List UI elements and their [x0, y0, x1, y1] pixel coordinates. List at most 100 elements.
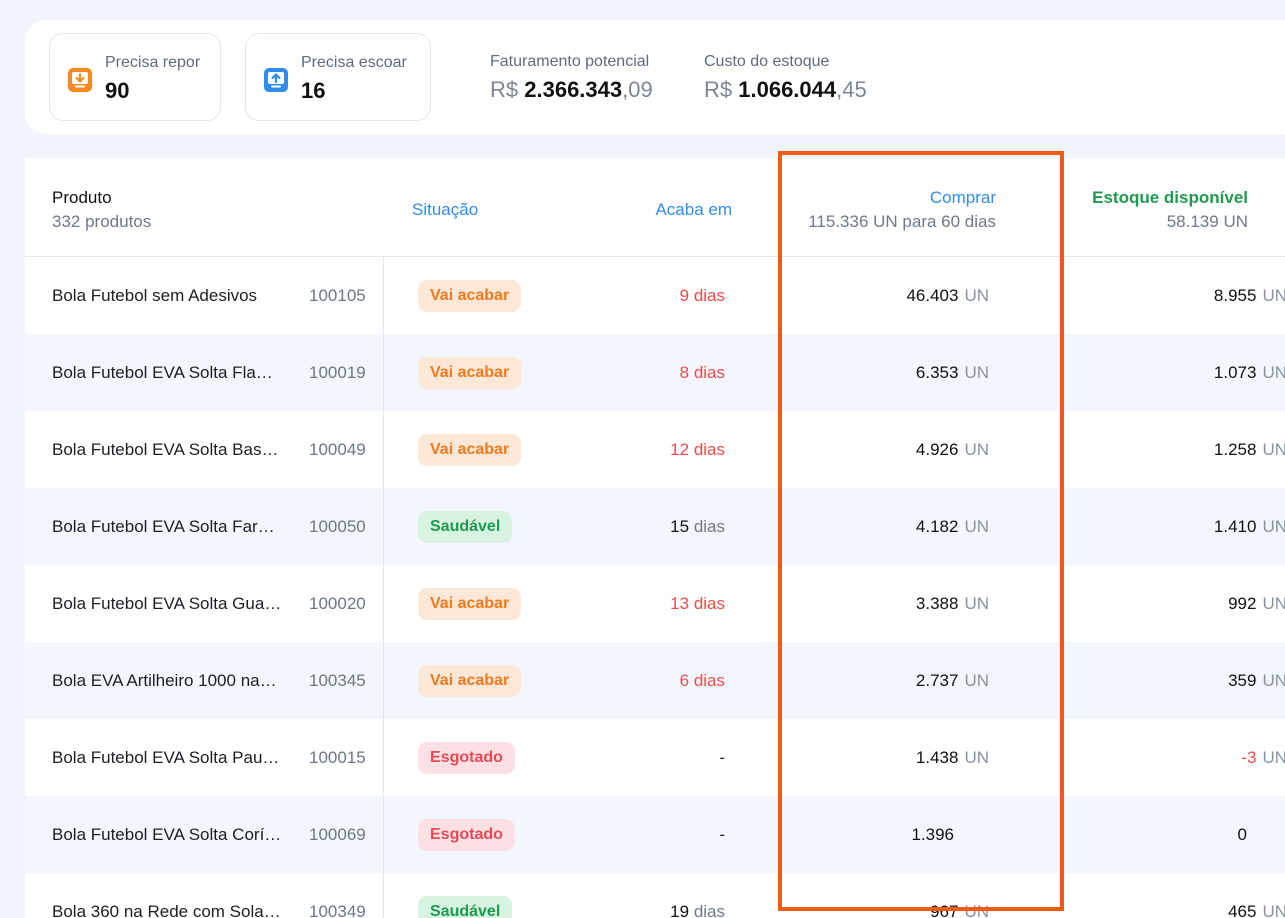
- status-badge: Saudável: [418, 511, 513, 543]
- product-sku: 100050: [309, 517, 366, 536]
- stock-quantity: 8.955 UN: [1214, 257, 1285, 334]
- status-badge: Esgotado: [418, 742, 515, 774]
- stock-column-subtitle: 58.139 UN: [1166, 212, 1248, 231]
- ends-in-value: 9 dias: [680, 257, 725, 334]
- stock-value: 465: [1228, 902, 1257, 918]
- ends-in-value: 15 dias: [670, 488, 725, 565]
- product-name[interactable]: Bola EVA Artilheiro 1000 na…: [52, 642, 287, 719]
- stock-value: 1.073: [1213, 363, 1257, 382]
- stock-quantity: 1.073 UN: [1214, 334, 1285, 411]
- ends-in-value: 6 dias: [680, 642, 725, 719]
- stock-unit: UN: [1262, 517, 1285, 536]
- buy-value: 3.388: [915, 594, 959, 613]
- table-row[interactable]: Bola Futebol EVA Solta Bas… 100049 Vai aca…: [25, 411, 1285, 488]
- stock-quantity: 359 UN: [1228, 642, 1285, 719]
- product-sku: 100020: [309, 594, 366, 613]
- product-name[interactable]: Bola Futebol EVA Solta Corí…: [52, 796, 287, 873]
- buy-value: 4.926: [915, 440, 959, 459]
- ends-in-value: -: [719, 796, 725, 873]
- buy-quantity: 1.396: [911, 796, 960, 873]
- table-row[interactable]: Bola Futebol EVA Solta Fla… 100019 Vai aca…: [25, 334, 1285, 411]
- buy-column-header[interactable]: Comprar: [930, 188, 996, 208]
- stock-unit: UN: [1262, 748, 1285, 767]
- product-sku: 100019: [309, 363, 366, 382]
- product-sku: 100049: [309, 440, 366, 459]
- product-sku: 100015: [309, 748, 366, 767]
- product-sku: 100345: [309, 671, 366, 690]
- product-sku: 100069: [309, 825, 366, 844]
- stock-quantity: 465 UN: [1228, 873, 1285, 918]
- stock-value: 359: [1228, 671, 1257, 690]
- buy-quantity: 46.403 UN: [906, 257, 989, 334]
- buy-value: 4.182: [915, 517, 959, 536]
- stock-column-header[interactable]: Estoque disponível: [1092, 188, 1248, 208]
- stock-value: 0: [1237, 825, 1247, 844]
- need-restock-label: Precisa repor: [105, 54, 201, 71]
- revenue-label: Faturamento potencial: [490, 53, 650, 70]
- stock-value: 1.410: [1213, 517, 1257, 536]
- table-row[interactable]: Bola Futebol EVA Solta Gua… 100020 Vai aca…: [25, 565, 1285, 642]
- buy-unit: UN: [964, 517, 989, 536]
- table-row[interactable]: Bola EVA Artilheiro 1000 na… 100345 Vai ac…: [25, 642, 1285, 719]
- need-sell-label: Precisa escoar: [301, 54, 407, 71]
- need-sell-card[interactable]: Precisa escoar 16: [245, 33, 431, 121]
- ends-in-number: -: [719, 748, 725, 767]
- buy-quantity: 4.926 UN: [916, 411, 989, 488]
- arrow-down-box-icon: [68, 68, 92, 92]
- stock-value: 1.258: [1213, 440, 1257, 459]
- buy-quantity: 6.353 UN: [916, 334, 989, 411]
- product-name[interactable]: Bola Futebol EVA Solta Pau…: [52, 719, 287, 796]
- ends-in-value: 12 dias: [670, 411, 725, 488]
- stock-cost-label: Custo do estoque: [704, 53, 830, 70]
- product-name[interactable]: Bola Futebol EVA Solta Far…: [52, 488, 287, 565]
- need-sell-value: 16: [301, 78, 326, 103]
- buy-value: 1.396: [911, 825, 954, 844]
- status-badge: Vai acabar: [418, 280, 522, 312]
- table-row[interactable]: Bola Futebol EVA Solta Pau… 100015 Esgotad…: [25, 719, 1285, 796]
- revenue-amount: R$ 2.366.343,09: [490, 77, 653, 103]
- buy-quantity: 967 UN: [930, 873, 989, 918]
- ends-in-column-header[interactable]: Acaba em: [655, 200, 732, 220]
- product-name[interactable]: Bola 360 na Rede com Sola…: [52, 873, 287, 918]
- table-row[interactable]: Bola 360 na Rede com Sola… 100349 Saudável…: [25, 873, 1285, 918]
- buy-quantity: 2.737 UN: [916, 642, 989, 719]
- product-sku: 100349: [309, 902, 366, 918]
- stock-value: -3: [1241, 748, 1257, 767]
- status-badge: Vai acabar: [418, 588, 522, 620]
- stock-quantity: 1.410 UN: [1214, 488, 1285, 565]
- buy-quantity: 3.388 UN: [916, 565, 989, 642]
- product-column-header[interactable]: Produto: [52, 188, 112, 208]
- ends-in-unit: dias: [693, 671, 725, 690]
- need-restock-card[interactable]: Precisa repor 90: [49, 33, 221, 121]
- product-name[interactable]: Bola Futebol EVA Solta Gua…: [52, 565, 287, 642]
- table-row[interactable]: Bola Futebol sem Adesivos 100105 Vai acaba…: [25, 257, 1285, 334]
- stock-value: 8.955: [1213, 286, 1257, 305]
- stock-quantity: 992 UN: [1228, 565, 1285, 642]
- buy-unit: UN: [964, 748, 989, 767]
- stock-value: 992: [1228, 594, 1257, 613]
- ends-in-unit: dias: [693, 286, 725, 305]
- buy-quantity: 1.438 UN: [916, 719, 989, 796]
- ends-in-number: 12: [670, 440, 690, 459]
- buy-unit: UN: [964, 594, 989, 613]
- status-column-header[interactable]: Situação: [412, 200, 478, 220]
- ends-in-unit: dias: [693, 440, 725, 459]
- stock-unit: UN: [1262, 363, 1285, 382]
- product-name[interactable]: Bola Futebol sem Adesivos: [52, 257, 287, 334]
- stock-cost-integer: 1.066.044: [738, 77, 837, 102]
- product-count: 332 produtos: [52, 212, 152, 231]
- ends-in-number: 19: [670, 902, 690, 918]
- revenue-integer: 2.366.343: [524, 77, 623, 102]
- stock-unit: UN: [1262, 902, 1285, 918]
- buy-unit: UN: [964, 671, 989, 690]
- buy-value: 967: [930, 902, 959, 918]
- status-badge: Vai acabar: [418, 434, 522, 466]
- table-row[interactable]: Bola Futebol EVA Solta Far… 100050 Saudáve…: [25, 488, 1285, 565]
- ends-in-unit: dias: [693, 902, 725, 918]
- stock-cost-amount: R$ 1.066.044,45: [704, 77, 867, 103]
- ends-in-value: 13 dias: [670, 565, 725, 642]
- table-row[interactable]: Bola Futebol EVA Solta Corí… 100069 Esgota…: [25, 796, 1285, 873]
- product-name[interactable]: Bola Futebol EVA Solta Fla…: [52, 334, 287, 411]
- product-name[interactable]: Bola Futebol EVA Solta Bas…: [52, 411, 287, 488]
- ends-in-number: 13: [670, 594, 690, 613]
